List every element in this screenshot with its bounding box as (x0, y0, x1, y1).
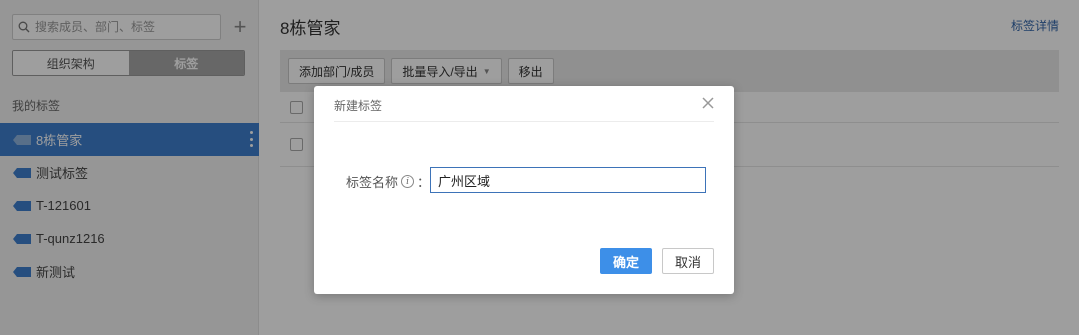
cancel-button[interactable]: 取消 (662, 248, 714, 274)
tag-name-label: 标签名称 i ： (346, 172, 430, 191)
dialog-title: 新建标签 (334, 99, 383, 113)
tag-name-label-text: 标签名称 (346, 175, 399, 190)
info-icon[interactable]: i (401, 175, 415, 188)
confirm-button[interactable]: 确定 (600, 248, 652, 274)
dialog-divider (334, 121, 714, 122)
tag-name-input[interactable] (430, 167, 706, 193)
close-icon[interactable] (700, 95, 716, 111)
new-tag-dialog: 新建标签 标签名称 i ： 确定 取消 (314, 86, 734, 294)
label-colon: ： (417, 175, 431, 190)
